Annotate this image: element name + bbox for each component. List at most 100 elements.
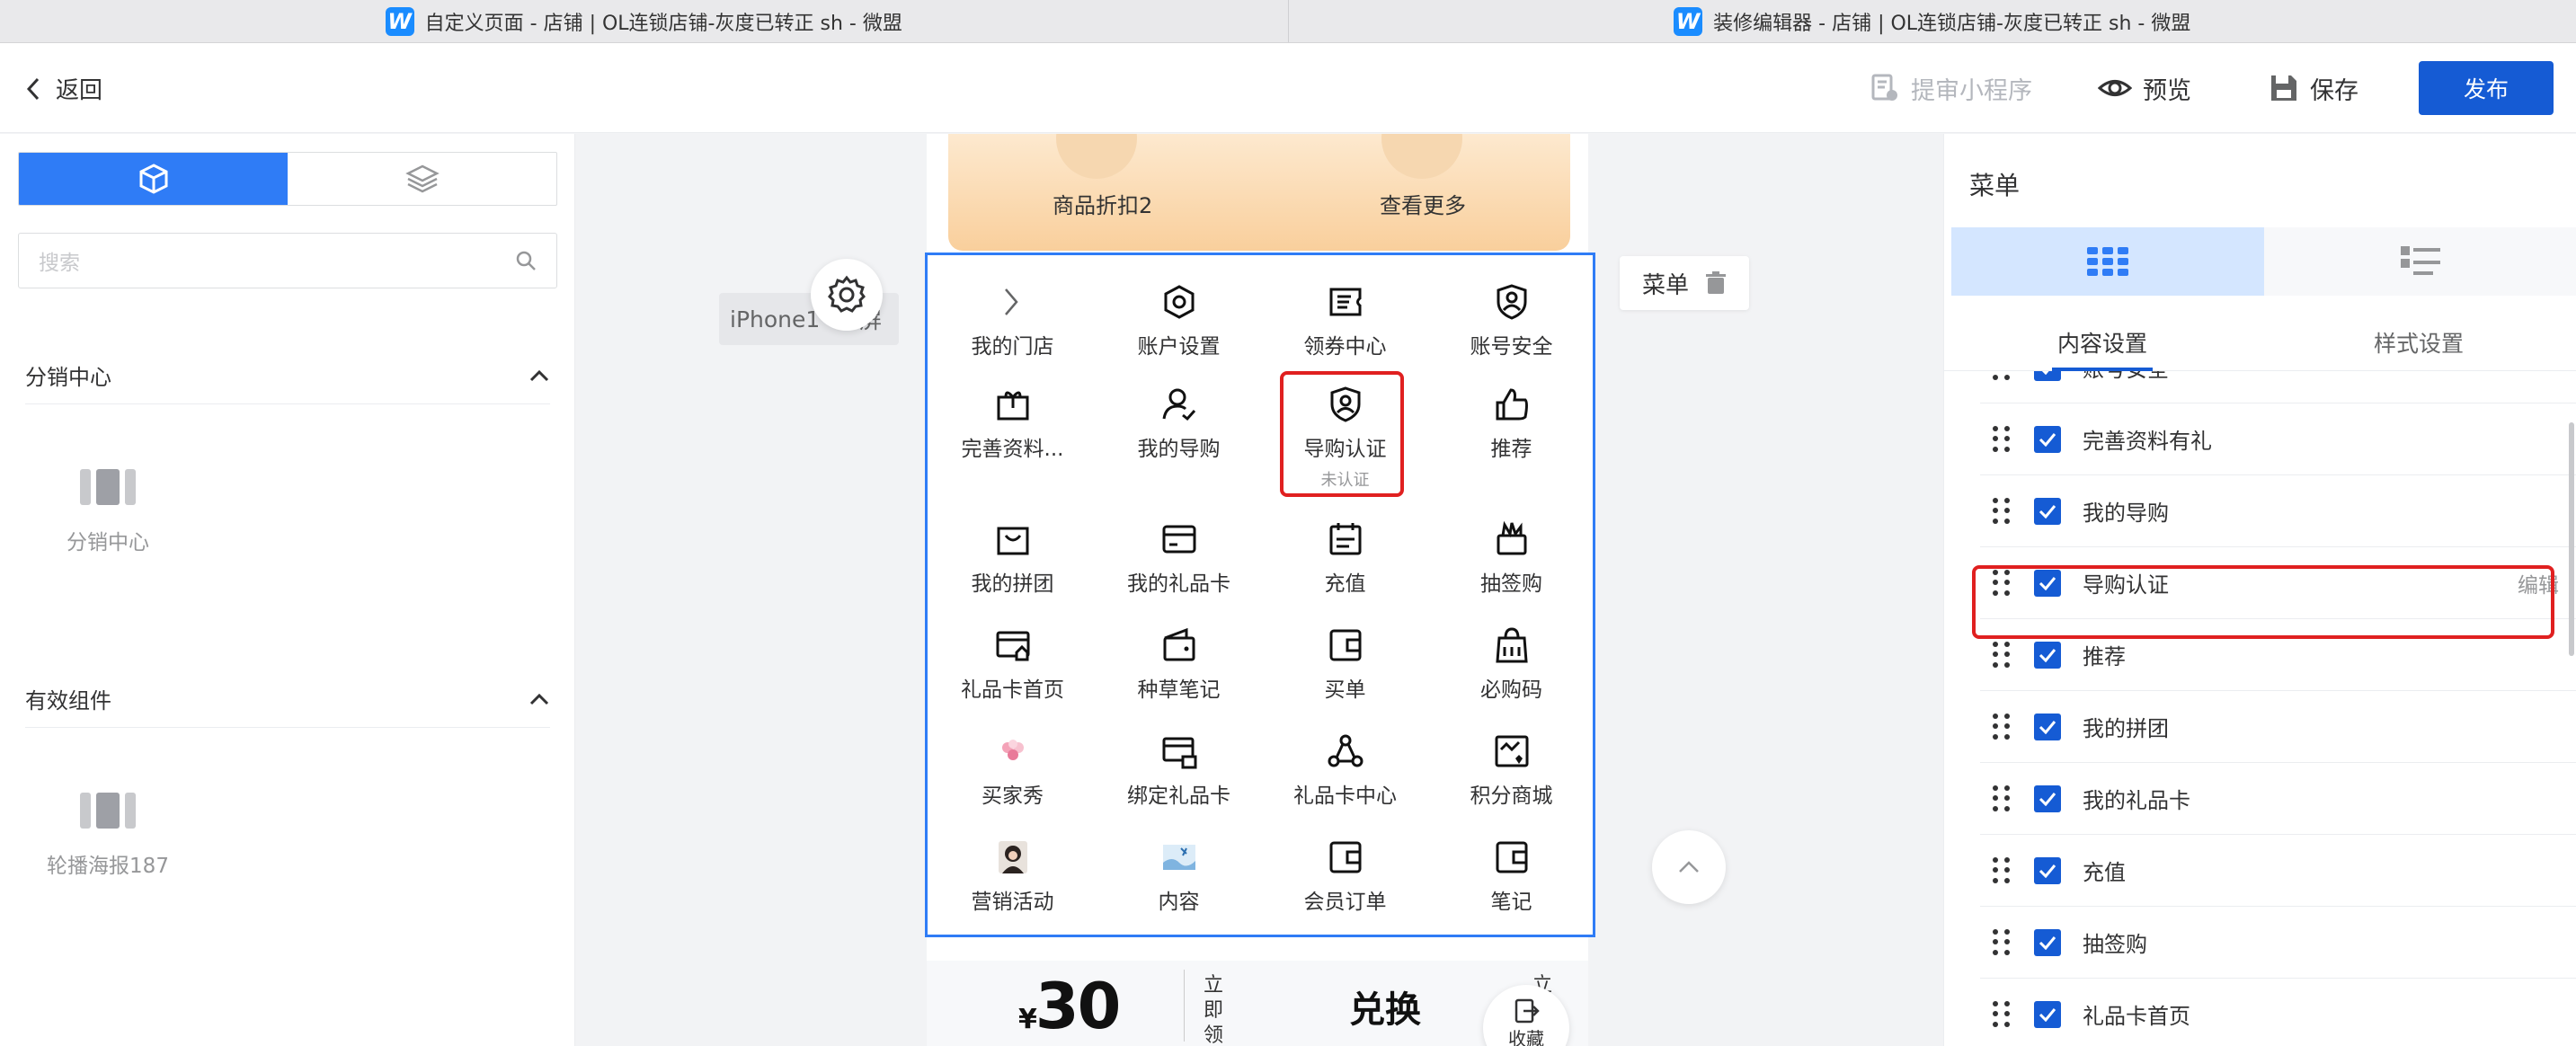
menu-item[interactable]: 绑定礼品卡: [1096, 731, 1262, 809]
menu-config-row: 账号安全: [1980, 371, 2576, 403]
menu-item[interactable]: 积分商城: [1428, 731, 1594, 809]
preview-button[interactable]: 预览: [2098, 68, 2191, 108]
coupon-icon: [1326, 282, 1365, 322]
menu-item[interactable]: 我的拼团: [929, 519, 1096, 597]
tab-components[interactable]: [19, 153, 288, 205]
menu-item[interactable]: 营销活动: [929, 838, 1096, 915]
panel-scrollbar[interactable]: [2569, 422, 2574, 656]
menu-item[interactable]: 内容: [1096, 838, 1262, 915]
menu-item[interactable]: 礼品卡中心: [1262, 731, 1428, 809]
component-distribution-center[interactable]: 分销中心: [27, 469, 189, 555]
avatar-photo-icon: [993, 838, 1033, 877]
tab-content-settings[interactable]: 内容设置: [1944, 314, 2261, 371]
discount-card: 商品折扣2 查看更多: [948, 134, 1570, 251]
drag-handle-icon[interactable]: [1993, 371, 2012, 381]
lottery-icon: [1492, 519, 1532, 559]
top-item-label[interactable]: 查看更多: [1380, 188, 1466, 219]
drag-handle-icon[interactable]: [1993, 497, 2012, 525]
page-settings-button[interactable]: [811, 259, 883, 331]
menu-item[interactable]: 必购码: [1428, 625, 1594, 703]
card-lock-icon: [1159, 731, 1199, 771]
search-icon: [516, 251, 536, 270]
menu-item-label: 礼品卡首页: [961, 678, 1064, 702]
thumbs-up-icon: [1492, 385, 1532, 424]
menu-item-label: 充值: [1324, 572, 1366, 596]
back-button[interactable]: 返回: [25, 72, 102, 105]
item-checkbox[interactable]: [2034, 641, 2061, 669]
tab-layers[interactable]: [288, 153, 556, 205]
layout-list-option[interactable]: [2264, 227, 2576, 296]
menu-item[interactable]: 账号安全: [1428, 282, 1594, 359]
menu-component-selected[interactable]: 我的门店 账户设置 领券中心 账号安全 完善资料... 我的导购 导购认证 未认证 推荐 我的拼团…: [925, 253, 1595, 937]
item-checkbox[interactable]: [2034, 497, 2061, 525]
favorite-exit-icon: [1515, 998, 1540, 1024]
menu-item[interactable]: 账户设置: [1096, 282, 1262, 359]
menu-config-row: 我的拼团: [1980, 691, 2576, 763]
item-checkbox[interactable]: [2034, 784, 2061, 812]
claim-now-label[interactable]: 立即领: [1204, 973, 1225, 1046]
group-header[interactable]: 分销中心: [25, 352, 550, 404]
currency-symbol: ¥: [1018, 1004, 1037, 1035]
drag-handle-icon[interactable]: [1993, 1000, 2012, 1028]
drag-handle-icon[interactable]: [1993, 784, 2012, 812]
exchange-label: 兑换: [1349, 989, 1421, 1031]
user-shield-icon: [1492, 282, 1532, 322]
menu-item[interactable]: 我的导购: [1096, 385, 1262, 462]
bill-icon: [1326, 838, 1365, 877]
menu-item[interactable]: 抽签购: [1428, 519, 1594, 597]
drag-handle-icon[interactable]: [1993, 928, 2012, 956]
layout-grid-option[interactable]: [1951, 227, 2264, 296]
menu-item[interactable]: 我的门店: [929, 282, 1096, 359]
tab-style-settings[interactable]: 样式设置: [2261, 314, 2576, 370]
item-checkbox[interactable]: [2034, 371, 2061, 381]
menu-component-tag[interactable]: 菜单: [1620, 256, 1749, 310]
menu-item[interactable]: 会员订单: [1262, 838, 1428, 915]
chevron-up-icon: [529, 693, 549, 705]
menu-item[interactable]: 买家秀: [929, 731, 1096, 809]
menu-item[interactable]: 推荐: [1428, 385, 1594, 462]
menu-item[interactable]: 完善资料...: [929, 385, 1096, 462]
menu-item[interactable]: 礼品卡首页: [929, 625, 1096, 703]
trash-icon[interactable]: [1705, 270, 1727, 296]
scroll-up-button[interactable]: [1652, 830, 1726, 904]
chevron-up-icon: [529, 369, 549, 381]
menu-item-label: 领券中心: [1303, 335, 1387, 359]
menu-config-label: 账号安全: [2083, 371, 2169, 383]
publish-button[interactable]: 发布: [2419, 61, 2554, 115]
menu-item-label: 营销活动: [971, 891, 1054, 914]
menu-item-label: 买家秀: [982, 784, 1044, 808]
drag-handle-icon[interactable]: [1993, 856, 2012, 884]
item-checkbox[interactable]: [2034, 1000, 2061, 1028]
menu-item-label: 笔记: [1490, 891, 1532, 914]
bill-icon: [1492, 838, 1532, 877]
window-tab-editor[interactable]: W 装修编辑器 - 店铺 | OL连锁店铺-灰度已转正 sh - 微盟: [1287, 0, 2576, 42]
drag-handle-icon[interactable]: [1993, 425, 2012, 453]
menu-item[interactable]: 买单: [1262, 625, 1428, 703]
drag-handle-icon[interactable]: [1993, 713, 2012, 740]
menu-item[interactable]: 充值: [1262, 519, 1428, 597]
menu-item[interactable]: 笔记: [1428, 838, 1594, 915]
menu-item[interactable]: 种草笔记: [1096, 625, 1262, 703]
chevron-up-icon: [1679, 861, 1699, 873]
top-item-label[interactable]: 商品折扣2: [1053, 188, 1152, 219]
item-checkbox[interactable]: [2034, 928, 2061, 956]
item-checkbox[interactable]: [2034, 856, 2061, 884]
drag-handle-icon[interactable]: [1993, 641, 2012, 669]
group-header[interactable]: 有效组件: [25, 676, 550, 728]
group-distribution: 分销中心: [25, 352, 550, 404]
save-button[interactable]: 保存: [2269, 68, 2358, 108]
submit-miniprogram-button[interactable]: 提审小程序: [1870, 68, 2032, 108]
item-checkbox[interactable]: [2034, 425, 2061, 453]
item-checkbox[interactable]: [2034, 713, 2061, 740]
menu-item-label: 我的门店: [971, 335, 1054, 359]
component-carousel-poster[interactable]: 轮播海报187: [27, 793, 189, 879]
menu-config-label: 充值: [2083, 860, 2126, 885]
checkmark-icon: [2039, 864, 2056, 878]
menu-item[interactable]: 我的礼品卡: [1096, 519, 1262, 597]
checkmark-icon: [2039, 720, 2056, 734]
document-check-icon: [1871, 74, 1897, 101]
component-search-input[interactable]: 搜索: [18, 233, 557, 288]
menu-item[interactable]: 领券中心: [1262, 282, 1428, 359]
window-tab-custom-page[interactable]: W 自定义页面 - 店铺 | OL连锁店铺-灰度已转正 sh - 微盟: [0, 0, 1288, 42]
menu-item-label: 买单: [1324, 678, 1366, 702]
